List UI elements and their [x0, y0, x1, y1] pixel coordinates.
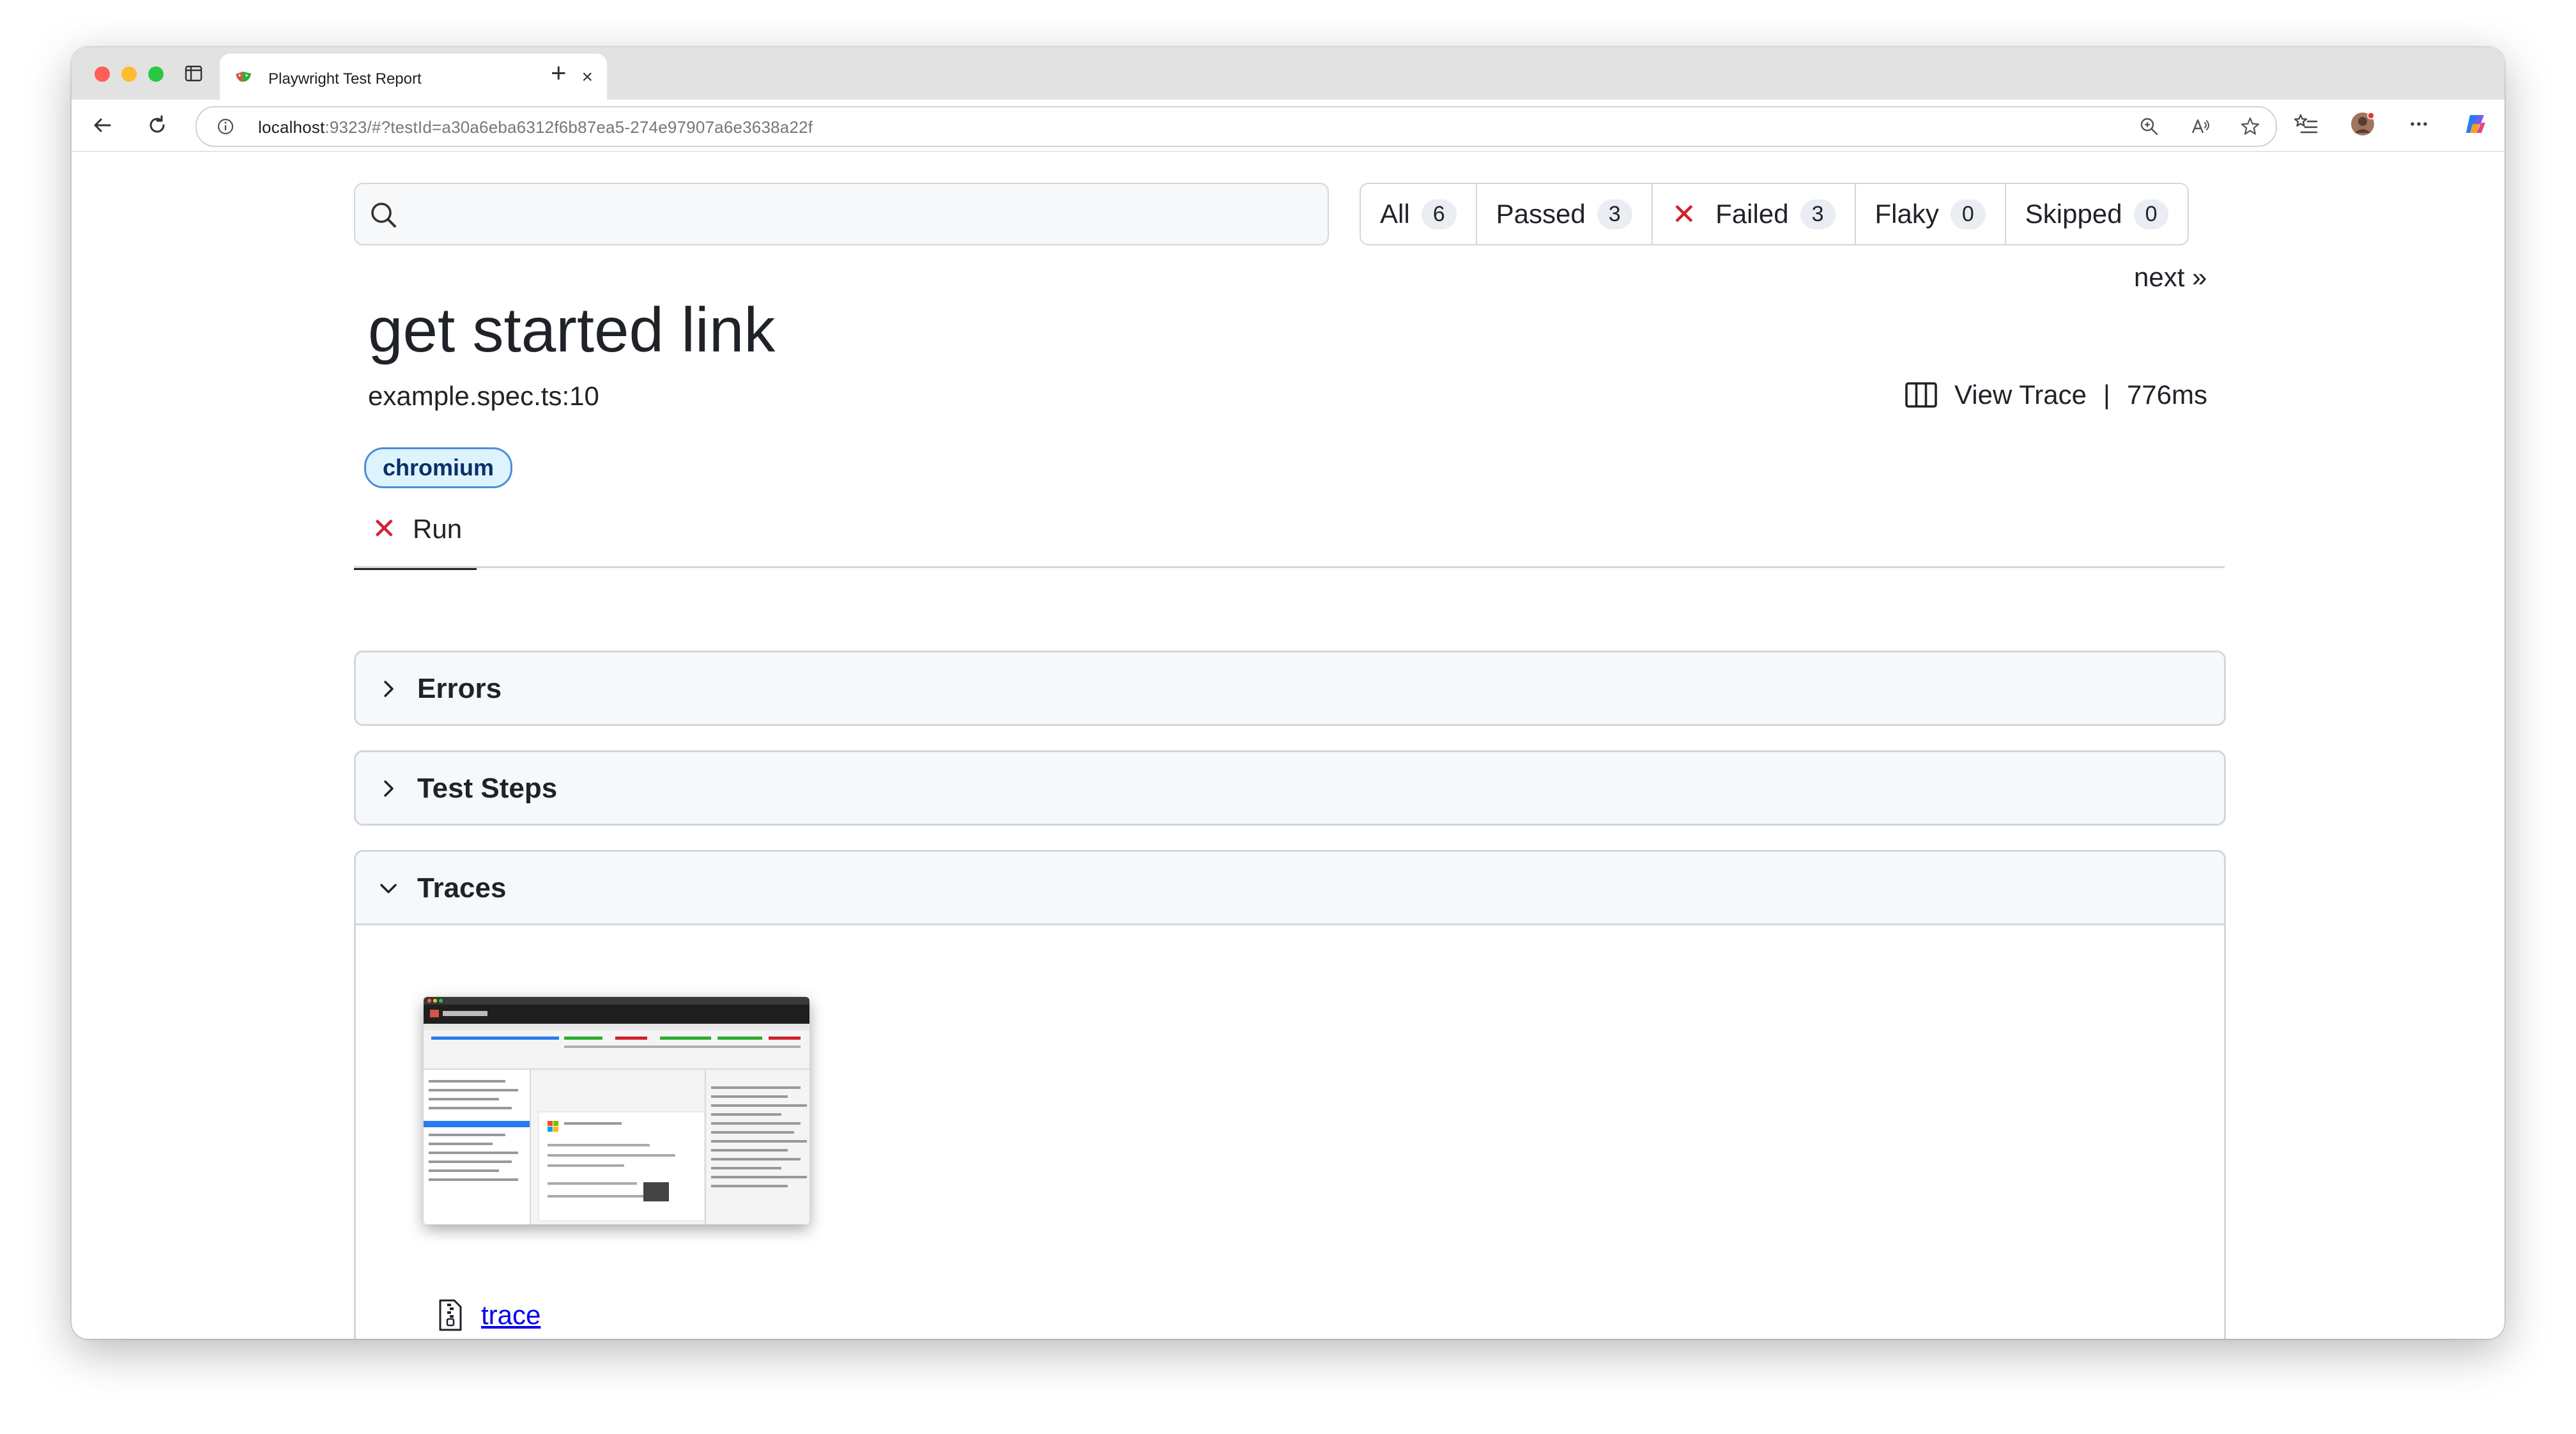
errors-section-title: Errors [417, 673, 502, 704]
traces-section-header[interactable]: Traces [356, 852, 2224, 923]
filter-failed-label: Failed [1715, 199, 1789, 229]
test-duration: 776ms [2126, 380, 2207, 410]
columns-icon[interactable] [1905, 381, 1938, 409]
window-controls [95, 66, 164, 82]
search-input[interactable] [354, 183, 1329, 245]
close-tab-icon[interactable]: × [581, 68, 593, 87]
tab-run-label: Run [413, 514, 463, 544]
next-test-link[interactable]: next » [2134, 262, 2207, 293]
project-label[interactable]: chromium [364, 447, 513, 488]
favorites-list-icon[interactable] [2294, 111, 2319, 137]
copilot-icon[interactable] [2462, 111, 2488, 137]
traces-section: Traces trace [354, 850, 2226, 1339]
tab-title: Playwright Test Report [268, 70, 422, 88]
report-page: All 6 Passed 3 ✕ Failed 3 Flaky 0 Skippe… [72, 152, 2504, 1339]
tab-strip: Playwright Test Report × + [72, 47, 2504, 100]
new-tab-icon[interactable]: + [551, 59, 567, 87]
read-aloud-icon[interactable] [2190, 116, 2211, 137]
filter-failed-count: 3 [1800, 199, 1836, 229]
trace-thumbnail[interactable] [424, 997, 809, 1224]
browser-toolbar: localhost:9323/#?testId=a30a6eba6312f6b8… [72, 100, 2504, 152]
tabs-divider [354, 566, 2225, 568]
chevron-right-icon [384, 780, 394, 797]
zip-file-icon [439, 1299, 462, 1331]
x-icon: ✕ [1671, 197, 1697, 231]
filter-all-label: All [1380, 199, 1410, 229]
reload-icon[interactable] [144, 112, 170, 138]
filter-skipped-label: Skipped [2025, 199, 2122, 229]
traces-section-title: Traces [417, 872, 507, 904]
trace-file-row: trace [438, 1299, 540, 1332]
url-host: localhost [258, 118, 325, 137]
filter-passed-label: Passed [1496, 199, 1586, 229]
test-location: example.spec.ts:10 [368, 381, 599, 411]
more-icon[interactable] [2406, 111, 2432, 137]
info-icon[interactable] [216, 117, 235, 136]
filter-passed-count: 3 [1597, 199, 1632, 229]
tab-run[interactable]: ✕ Run [354, 500, 477, 570]
trace-viewer-screenshot-image [424, 997, 809, 1224]
traces-section-body: trace [356, 923, 2224, 1339]
close-window-button[interactable] [95, 66, 110, 82]
filter-skipped[interactable]: Skipped 0 [2006, 184, 2188, 244]
address-bar[interactable]: localhost:9323/#?testId=a30a6eba6312f6b8… [195, 106, 2277, 147]
test-steps-section-title: Test Steps [417, 773, 558, 804]
profile-avatar[interactable] [2350, 111, 2375, 137]
filter-all-count: 6 [1421, 199, 1457, 229]
search-icon [371, 203, 396, 227]
minimize-window-button[interactable] [121, 66, 137, 82]
browser-window: Playwright Test Report × + localhost:932… [72, 47, 2504, 1339]
failed-status-icon: ✕ [372, 512, 397, 545]
view-trace-row: View Trace | 776ms [1905, 380, 2207, 410]
test-title: get started link [368, 295, 776, 365]
filter-flaky-label: Flaky [1874, 199, 1939, 229]
test-steps-section-header[interactable]: Test Steps [356, 752, 2224, 824]
view-trace-link[interactable]: View Trace [1954, 380, 2087, 410]
trace-file-link[interactable]: trace [481, 1300, 540, 1330]
sidebar-toggle-icon[interactable] [184, 64, 203, 83]
filter-failed[interactable]: ✕ Failed 3 [1653, 184, 1856, 244]
filter-flaky-count: 0 [1950, 199, 1986, 229]
separator: | [2103, 380, 2110, 410]
status-filter-bar: All 6 Passed 3 ✕ Failed 3 Flaky 0 Skippe… [1360, 183, 2189, 245]
chevron-down-icon [380, 884, 397, 893]
maximize-window-button[interactable] [148, 66, 164, 82]
filter-all[interactable]: All 6 [1361, 184, 1477, 244]
filter-skipped-count: 0 [2133, 199, 2169, 229]
playwright-favicon-icon [236, 72, 251, 82]
favorite-star-icon[interactable] [2240, 116, 2260, 137]
url-path: :9323/#?testId=a30a6eba6312f6b87ea5-274e… [325, 118, 813, 137]
filter-flaky[interactable]: Flaky 0 [1856, 184, 2006, 244]
test-steps-section: Test Steps [354, 750, 2226, 826]
errors-section-header[interactable]: Errors [356, 652, 2224, 724]
url-text[interactable]: localhost:9323/#?testId=a30a6eba6312f6b8… [258, 118, 813, 137]
zoom-icon[interactable] [2139, 116, 2159, 137]
errors-section: Errors [354, 651, 2226, 726]
chevron-right-icon [384, 681, 394, 697]
browser-tab[interactable]: Playwright Test Report × [220, 54, 607, 100]
back-icon[interactable] [89, 112, 115, 138]
filter-passed[interactable]: Passed 3 [1477, 184, 1653, 244]
